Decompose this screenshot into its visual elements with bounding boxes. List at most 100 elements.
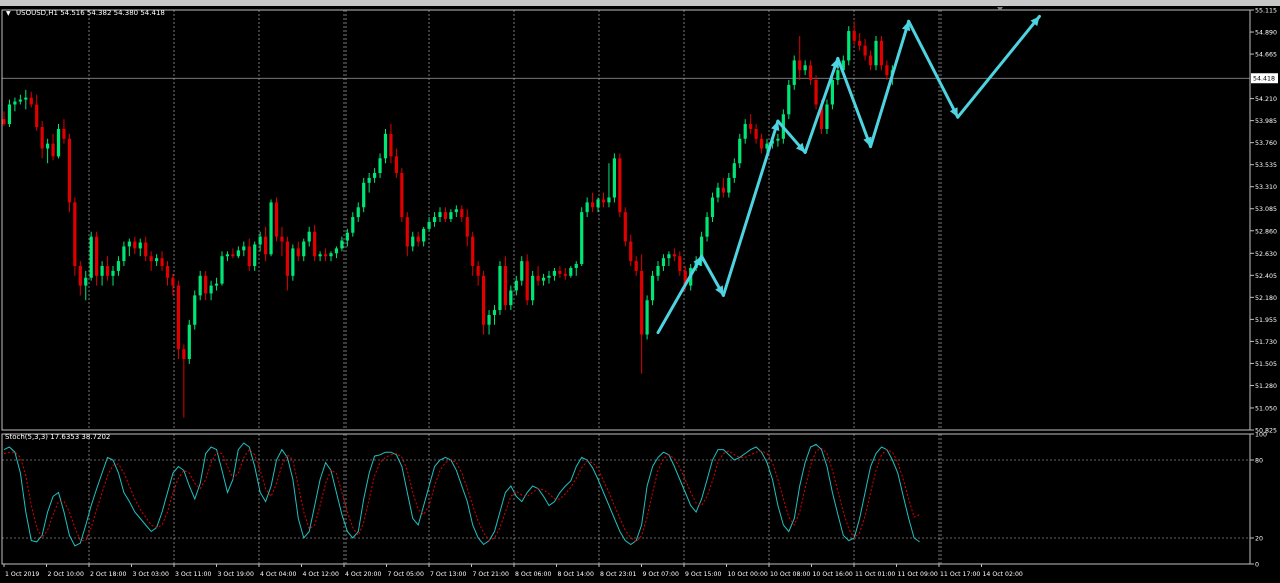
candle-body [345, 232, 349, 241]
candle-body [520, 261, 524, 281]
y-tick-label: 52.630 [1255, 251, 1277, 258]
candle-body [759, 138, 764, 149]
candle-body [204, 275, 208, 294]
candle-body [427, 221, 431, 229]
candle-body [329, 253, 333, 257]
candle-body [438, 212, 442, 218]
candle-body [100, 266, 104, 276]
candle-body [618, 158, 622, 213]
candle-body [721, 187, 725, 193]
candle-body [803, 65, 807, 71]
candle-body [307, 231, 311, 242]
candle-body [40, 126, 44, 149]
candle-body [754, 128, 758, 139]
candle-body [264, 236, 268, 255]
candle-body [727, 177, 731, 193]
x-tick-label: 14 Oct 02:00 [983, 571, 1023, 578]
candle-body [269, 202, 273, 255]
candle-body [247, 246, 251, 267]
candle-body [362, 182, 366, 208]
candle-body [78, 266, 82, 286]
candle-body [514, 280, 518, 291]
x-tick-label: 3 Oct 19:00 [218, 571, 254, 578]
candle-body [7, 104, 12, 125]
candle-body [373, 173, 377, 178]
candle-body [640, 270, 644, 335]
candle-body [242, 246, 246, 251]
candle-body [56, 128, 61, 157]
chart-menu-arrow-icon[interactable]: ▼ [6, 10, 11, 17]
candle-body [291, 248, 295, 276]
y-tick-label: 52.405 [1255, 273, 1277, 280]
candle-body [62, 128, 66, 139]
x-tick-label: 4 Oct 12:00 [303, 571, 339, 578]
x-tick-label: 11 Oct 17:00 [940, 571, 980, 578]
y-tick-label: 53.085 [1255, 206, 1277, 213]
candle-body [498, 266, 502, 311]
candle-body [667, 254, 671, 259]
candle-body [46, 143, 50, 149]
candle-body [155, 258, 159, 262]
candle-body [879, 40, 884, 66]
candle-body [149, 256, 153, 262]
candle-body [830, 80, 834, 105]
y-tick-label: 51.505 [1255, 361, 1277, 368]
candle-body [552, 270, 557, 276]
candle-body [776, 138, 780, 141]
candle-body [214, 283, 219, 286]
candle-body [35, 104, 39, 127]
candle-body [814, 80, 818, 105]
candle-body [547, 275, 551, 278]
x-tick-label: 10 Oct 00:00 [728, 571, 768, 578]
candle-body [885, 65, 889, 76]
candle-body [650, 275, 655, 301]
candle-body [13, 101, 17, 105]
x-tick-label: 3 Oct 03:00 [133, 571, 169, 578]
candle-body [122, 246, 126, 262]
trading-chart[interactable]: 55.115 54.890 54.665 54.210 53.985 53.760 53.5… [0, 6, 1280, 583]
y-tick-label: 51.280 [1255, 383, 1277, 390]
candle-body [574, 264, 578, 268]
stoch-y-tick-label: 80 [1255, 458, 1263, 465]
candle-body [738, 138, 742, 164]
stoch-title: Stoch(5,3,3) 17.6353 38.7202 [5, 433, 110, 441]
candle-body [182, 349, 186, 360]
candle-body [160, 258, 164, 267]
candle-body [89, 236, 93, 278]
candle-body [258, 236, 262, 245]
candle-body [236, 250, 240, 257]
candle-body [383, 133, 388, 159]
candle-body [2, 119, 6, 125]
candle-body [710, 197, 715, 218]
candle-body [340, 240, 344, 249]
x-tick-label: 7 Oct 13:00 [430, 571, 466, 578]
candle-body [471, 236, 475, 267]
candle-body [231, 254, 235, 257]
candle-body [536, 275, 540, 281]
candle-body [460, 209, 464, 218]
candle-body [716, 187, 720, 198]
candle-body [634, 261, 638, 271]
x-tick-label: 11 Oct 09:00 [898, 571, 938, 578]
x-tick-label: 9 Oct 15:00 [685, 571, 721, 578]
x-tick-label: 8 Oct 14:00 [558, 571, 594, 578]
candle-body [558, 270, 562, 274]
candle-body [29, 97, 33, 105]
candle-body [531, 275, 535, 301]
candle-body [84, 277, 88, 286]
candle-body [836, 70, 840, 80]
candle-body [95, 236, 99, 276]
candle-body [133, 241, 137, 249]
y-tick-label: 54.665 [1255, 52, 1277, 59]
candle-body [580, 212, 584, 265]
candle-body [476, 266, 480, 276]
candle-body [482, 275, 486, 325]
candle-body [411, 236, 415, 247]
candle-body [705, 217, 709, 237]
candle-body [612, 158, 616, 198]
candle-body [661, 258, 666, 267]
candle-body [111, 270, 115, 276]
candle-body [678, 256, 682, 271]
x-tick-label: 2 Oct 10:00 [48, 571, 84, 578]
x-tick-label: 11 Oct 01:00 [855, 571, 895, 578]
